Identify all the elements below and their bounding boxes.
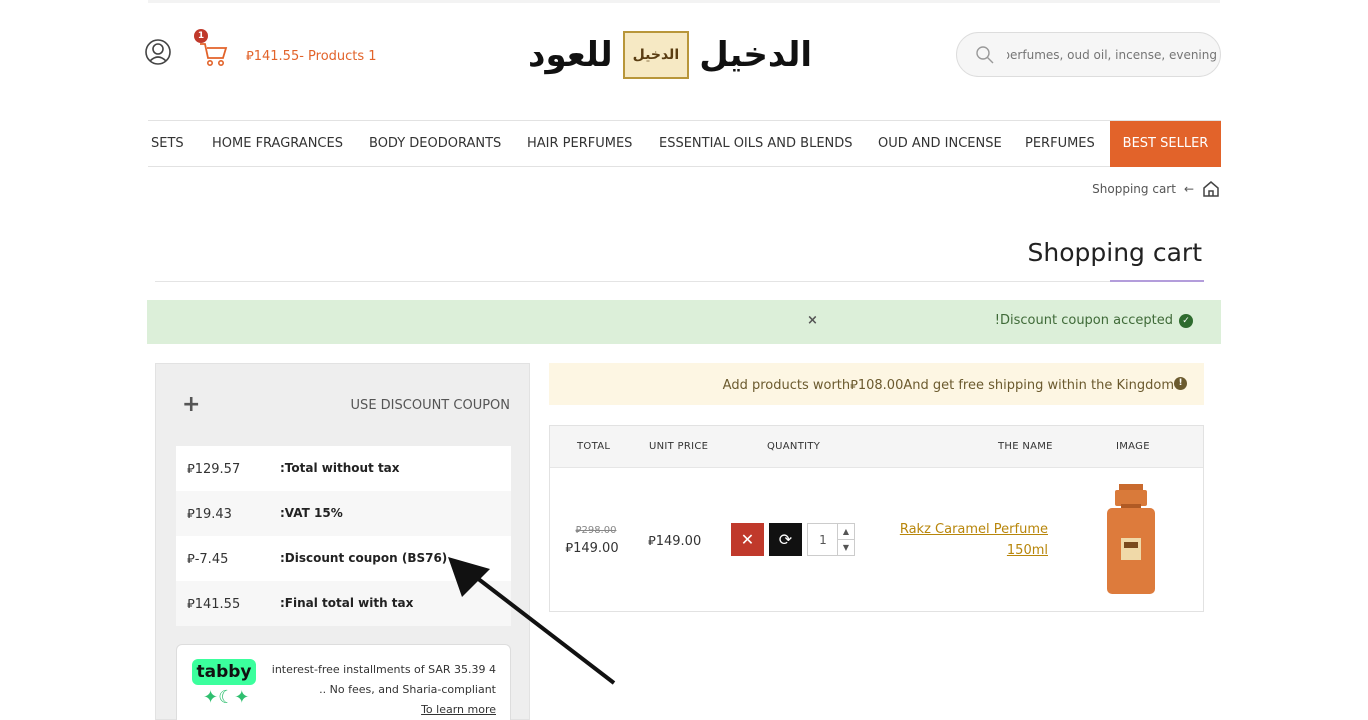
nav-item-essential-oils[interactable]: ESSENTIAL OILS AND BLENDS: [659, 121, 853, 167]
free-shipping-notice: Add products worth⃁108.00And get free sh…: [549, 363, 1204, 405]
update-quantity-button[interactable]: ⟳: [769, 523, 802, 556]
moon-stars-icon: ✦☾✦: [203, 687, 250, 708]
header-name: THE NAME: [998, 441, 1053, 452]
chevron-up-icon[interactable]: ▲: [837, 524, 854, 540]
nav-item-oud-incense[interactable]: OUD AND INCENSE: [878, 121, 1002, 167]
total-without-tax-label: :Total without tax: [280, 461, 400, 475]
top-border: [148, 0, 1220, 3]
cart-table: TOTAL UNIT PRICE QUANTITY THE NAME IMAGE…: [549, 425, 1204, 612]
search-icon[interactable]: [975, 45, 995, 65]
totals-row: ⃁129.57 :Total without tax: [176, 446, 511, 491]
quantity-stepper: ▲ ▼: [807, 523, 855, 556]
row-total-old-price: ⃁298.00: [575, 525, 617, 536]
row-total-price: ⃁149.00: [565, 541, 619, 556]
title-divider: [155, 281, 1204, 282]
breadcrumb: Shopping cart ←: [1092, 178, 1220, 200]
home-icon[interactable]: [1202, 180, 1220, 198]
alert-close-button[interactable]: ×: [807, 313, 818, 328]
total-without-tax-value: ⃁129.57: [187, 462, 241, 477]
search-input[interactable]: [1007, 33, 1217, 76]
logo-text-left: للعود: [528, 35, 613, 75]
cart-summary[interactable]: ⃁141.55- Products 1: [246, 47, 377, 64]
quantity-input[interactable]: [808, 524, 838, 555]
annotation-arrow-icon: [448, 557, 616, 685]
product-image[interactable]: [1105, 484, 1157, 596]
nav-item-body-deodorants[interactable]: BODY DEODORANTS: [369, 121, 501, 167]
chevron-down-icon[interactable]: ▼: [837, 540, 854, 556]
discount-value: ⃁-7.45: [187, 552, 229, 567]
coupon-label[interactable]: USE DISCOUNT COUPON: [351, 398, 510, 413]
nav-item-hair-perfumes[interactable]: HAIR PERFUMES: [527, 121, 632, 167]
check-circle-icon: ✓: [1179, 313, 1193, 328]
close-icon: ✕: [740, 530, 755, 549]
header-total: TOTAL: [577, 441, 611, 452]
header-image: IMAGE: [1116, 441, 1150, 452]
site-logo[interactable]: للعود الدخيل الدخيل: [528, 28, 812, 82]
discount-label: :Discount coupon (BS76): [280, 551, 448, 565]
search-box: [956, 32, 1221, 77]
header-unit-price: UNIT PRICE: [649, 441, 709, 452]
nav-item-best-seller[interactable]: BEST SELLER: [1110, 121, 1221, 167]
logo-text-right: الدخيل: [699, 35, 812, 75]
page-title: Shopping cart: [1027, 238, 1203, 267]
totals-row: ⃁19.43 :VAT 15%: [176, 491, 511, 536]
remove-item-button[interactable]: ✕: [731, 523, 764, 556]
cart-icon[interactable]: [198, 40, 228, 68]
coupon-toggle-button[interactable]: +: [182, 392, 200, 417]
vat-value: ⃁19.43: [187, 507, 232, 522]
vat-label: :VAT 15%: [280, 506, 343, 520]
logo-emblem-text: الدخيل: [632, 47, 680, 63]
breadcrumb-separator: ←: [1183, 182, 1194, 196]
header-quantity: QUANTITY: [767, 441, 821, 452]
breadcrumb-current: Shopping cart: [1092, 182, 1176, 196]
alert-message: !Discount coupon accepted: [994, 313, 1173, 328]
final-total-label: :Final total with tax: [280, 596, 414, 610]
cart-count-badge: 1: [194, 29, 208, 43]
tabby-logo: tabby: [192, 659, 256, 685]
free-shipping-message: Add products worth⃁108.00And get free sh…: [722, 378, 1174, 393]
nav-item-sets[interactable]: SETS: [151, 121, 184, 167]
user-icon[interactable]: [144, 38, 172, 68]
logo-emblem: الدخيل: [622, 31, 689, 79]
nav-item-perfumes[interactable]: PERFUMES: [1025, 121, 1095, 167]
exclamation-circle-icon: !: [1174, 377, 1187, 390]
refresh-icon: ⟳: [778, 530, 793, 549]
row-unit-price: ⃁149.00: [648, 534, 702, 549]
table-header-row: [550, 426, 1203, 468]
product-name-link[interactable]: Rakz Caramel Perfume 150ml: [888, 519, 1048, 561]
nav-item-home-fragrances[interactable]: HOME FRAGRANCES: [212, 121, 343, 167]
final-total-value: ⃁141.55: [187, 597, 241, 612]
tabby-learn-more-link[interactable]: To learn more: [421, 703, 496, 716]
alert-message-wrap: !Discount coupon accepted ✓: [995, 313, 1193, 328]
title-accent-line: [1110, 280, 1204, 282]
main-nav: SETS HOME FRAGRANCES BODY DEODORANTS HAI…: [148, 120, 1221, 167]
coupon-accepted-alert: × !Discount coupon accepted ✓: [147, 300, 1221, 344]
